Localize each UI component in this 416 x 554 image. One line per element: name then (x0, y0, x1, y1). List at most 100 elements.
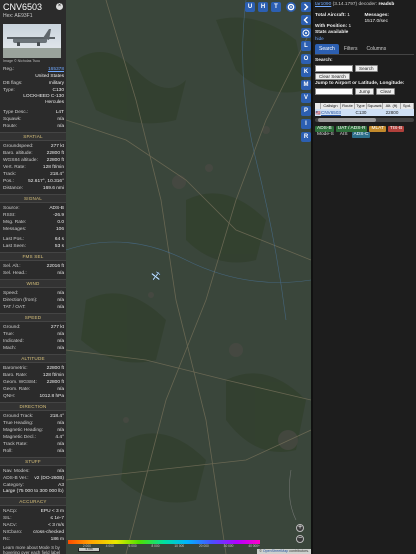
spatial-rows: Groundspeed: 277 kt Baro. altitude: 22800 f… (0, 143, 66, 192)
direction-row: True Heading: n/a (0, 420, 66, 427)
callsign: CNV6503 (3, 2, 43, 12)
with-position-label: With Position: (315, 24, 348, 29)
tab-columns[interactable]: Columns (362, 44, 390, 54)
spatial-value: 277 kt (50, 144, 64, 149)
hide-toggle[interactable]: hide (313, 36, 416, 42)
zoom-in-button[interactable]: + (296, 524, 304, 532)
zoom-out-button[interactable]: − (296, 535, 304, 543)
direction-label: Ground Track: (3, 414, 34, 419)
wind-row: Speed: n/a (0, 290, 66, 297)
hex-line: Hex: AE93F1 (3, 13, 63, 19)
side-button-v[interactable]: V (301, 93, 311, 103)
search-button[interactable]: Search (355, 65, 378, 72)
direction-rows: Ground Track: 218.4° True Heading: n/a Magne… (0, 413, 66, 455)
stuff-label: Category: (3, 483, 24, 488)
collapse-sidebar-button[interactable] (301, 2, 311, 12)
side-button-l[interactable]: L (301, 41, 311, 51)
speed-value: n/a (57, 332, 64, 337)
total-aircraft-value: 1 (347, 13, 350, 18)
section-signal: SIGNAL (0, 194, 66, 203)
signal-rows: Source: ADS-B RSSI: -26.9 Msg. Rate: 0.0 Messa… (0, 205, 66, 233)
spatial-value: 22800 ft (46, 151, 64, 156)
signal-label: Last Seen: (3, 244, 26, 249)
jump-button[interactable]: Jump (355, 88, 375, 95)
settings-icon[interactable] (286, 2, 296, 12)
search-form: Search: Search Clear Search Jump to Airp… (313, 55, 416, 99)
section-speed: SPEED (0, 313, 66, 322)
range-rings-button[interactable] (301, 28, 311, 38)
chip-adsc[interactable]: ADS-C (351, 132, 371, 138)
direction-value: n/a (57, 442, 64, 447)
expand-sidebar-button[interactable] (301, 15, 311, 25)
table-scrollbar[interactable] (315, 118, 414, 122)
attribution-suffix: contributors. (288, 549, 309, 553)
scrollbar-thumb[interactable] (318, 118, 376, 122)
aircraft-photo-image (3, 29, 61, 58)
direction-row: Track Rate: n/a (0, 441, 66, 448)
accuracy-value: EPU < 3 m (40, 509, 64, 514)
chip-mlat[interactable]: MLAT (369, 126, 386, 132)
search-input[interactable] (315, 65, 353, 72)
tab-filters[interactable]: Filters (340, 44, 362, 54)
tab-search[interactable]: Search (315, 44, 339, 54)
jump-input[interactable] (315, 88, 353, 95)
chip-tisb[interactable]: TIS-B (387, 126, 405, 132)
chip-modes[interactable]: Mode-S (315, 132, 336, 138)
side-button-r[interactable]: R (301, 132, 311, 142)
aircraft-list-panel: tar1090 (3.14.1797) decoder: readsb Tota… (313, 0, 416, 554)
clear-search-button[interactable]: Clear Search (315, 73, 350, 80)
altitude-row: Barometric: 22800 ft (0, 365, 66, 372)
reg-link[interactable]: 165378 (48, 66, 64, 73)
chevron-right-icon (304, 3, 309, 11)
side-button-i[interactable]: I (301, 119, 311, 129)
map-view[interactable]: U H T + − 2 000 4 000 6 000 8 000 10 000 20 0… (66, 0, 311, 554)
search-label: Search: (315, 58, 333, 63)
accuracy-row: NACp: EPU < 3 m (0, 508, 66, 515)
fms-value: n/a (57, 271, 64, 276)
type-value: C130 (52, 88, 64, 93)
type-row: Type: C130 (0, 87, 66, 94)
direction-value: n/a (57, 428, 64, 433)
clear-jump-button[interactable]: Clear (376, 88, 396, 95)
spatial-label: Vert. Rate: (3, 165, 26, 170)
speed-rows: Ground: 277 kt True: n/a Indicated: n/a Mach: n… (0, 324, 66, 352)
row-route (341, 109, 355, 116)
altitude-row: Geom. Rate: n/a (0, 386, 66, 393)
wind-label: Direction (from): (3, 298, 38, 303)
close-icon[interactable]: × (56, 3, 63, 10)
altitude-label: QNH: (3, 394, 15, 399)
accuracy-row: NICbaro: cross-checked (0, 529, 66, 536)
row-callsign[interactable]: CNV6503 (321, 109, 341, 116)
spatial-value: 169.6 nmi (42, 186, 64, 191)
row-speed (401, 109, 414, 116)
osm-link[interactable]: OpenStreetMap (263, 549, 288, 553)
side-button-k[interactable]: K (301, 67, 311, 77)
altitude-tick-label: 10 000 (174, 544, 185, 548)
map-button-h[interactable]: H (258, 2, 268, 12)
signal-row: Messages: 106 (0, 226, 66, 233)
spatial-row: WGS84 altitude: 22800 ft (0, 157, 66, 164)
map-button-u[interactable]: U (245, 2, 255, 12)
direction-label: True Heading: (3, 421, 34, 426)
map-button-t[interactable]: T (271, 2, 281, 12)
side-button-m[interactable]: M (301, 80, 311, 90)
direction-label: Roll: (3, 449, 13, 454)
signal-value: -26.9 (53, 213, 64, 218)
table-row[interactable]: 🇺🇸 CNV6503 C130 22800 (313, 109, 416, 116)
altitude-label: Geom. WGS84: (3, 380, 37, 385)
accuracy-label: SIL: (3, 516, 12, 521)
section-accuracy: ACCURACY (0, 497, 66, 506)
side-button-o[interactable]: O (301, 54, 311, 64)
aircraft-photo[interactable] (3, 24, 61, 58)
wind-row: Direction (from): n/a (0, 297, 66, 304)
side-button-p[interactable]: P (301, 106, 311, 116)
version-link[interactable]: tar1090 (315, 2, 331, 7)
accuracy-label: NICbaro: (3, 530, 23, 535)
chip-ais[interactable]: AIS (338, 132, 350, 138)
hex-label: Hex: (3, 13, 14, 19)
country: United States (35, 74, 64, 79)
fms-row: Sel. Alt.: 22016 ft (0, 263, 66, 270)
aircraft-marker-icon[interactable] (150, 270, 162, 282)
wind-value: n/a (57, 305, 64, 310)
signal-row: Msg. Rate: 0.0 (0, 219, 66, 226)
